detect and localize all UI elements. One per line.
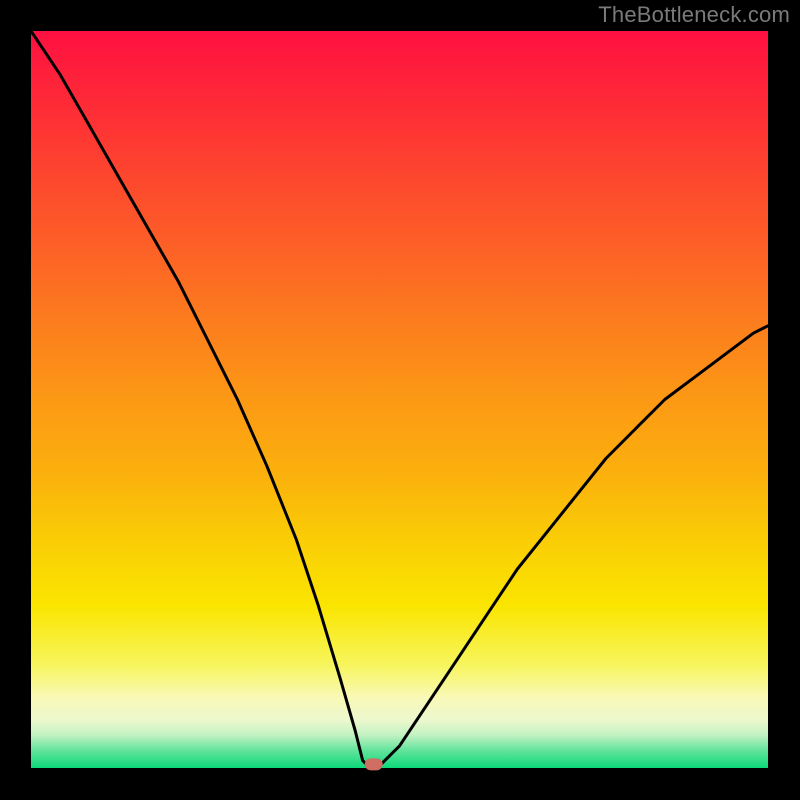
bottleneck-curve-chart [0,0,800,800]
watermark-text: TheBottleneck.com [598,2,790,28]
chart-frame: TheBottleneck.com [0,0,800,800]
bottleneck-marker [365,758,383,770]
plot-area [31,31,768,768]
